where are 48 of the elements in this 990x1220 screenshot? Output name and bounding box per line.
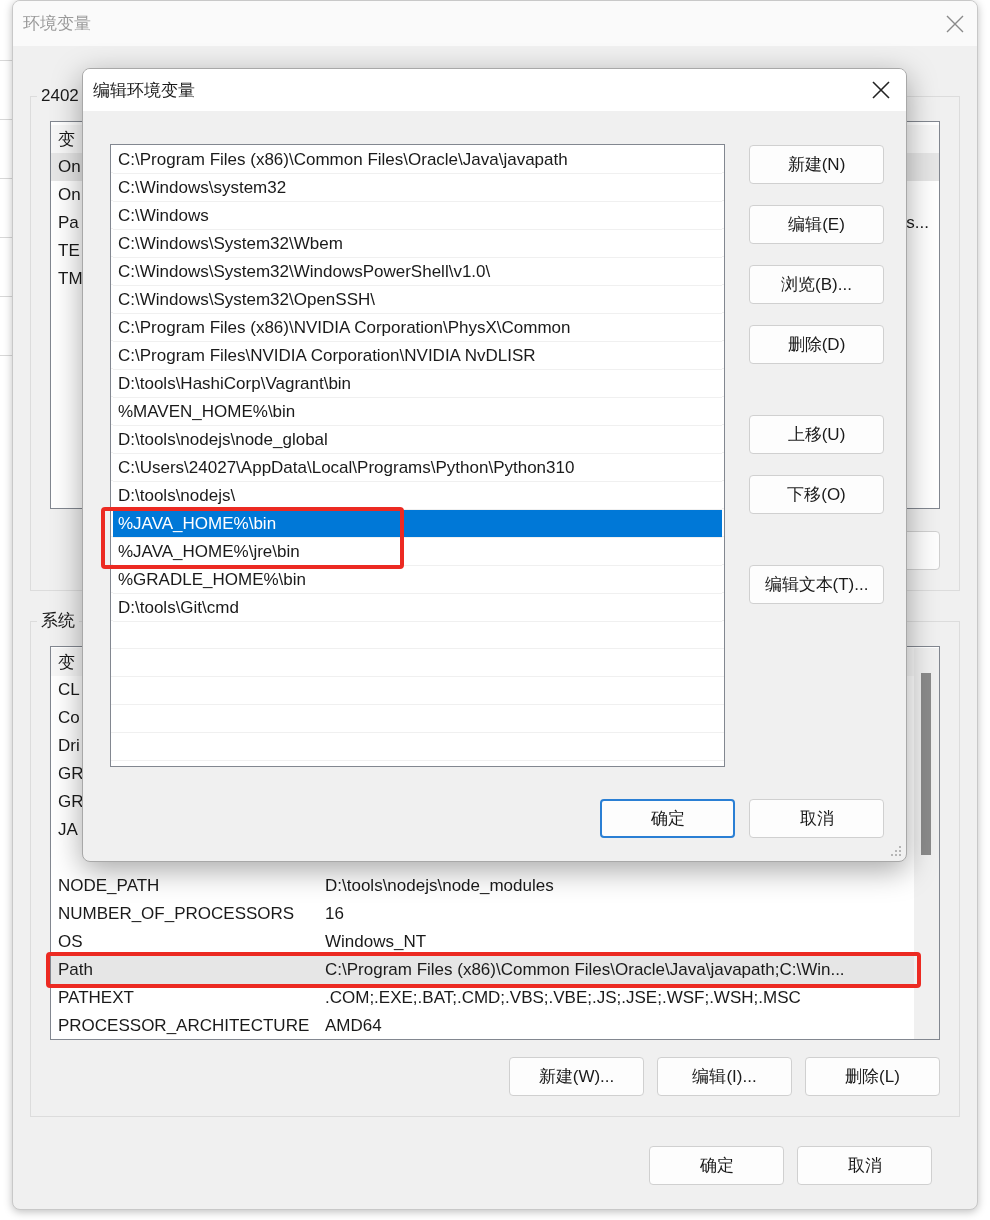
variable-name: OS [58,932,84,952]
variable-name: Co [58,708,81,728]
list-row[interactable]: PATHEXT .COM;.EXE;.BAT;.CMD;.VBS;.VBE;.JS;.JSE;.WSF;.WSH;.MSC [51,984,914,1012]
resize-grip-icon[interactable] [890,845,902,857]
dialog-button[interactable]: 确定 [600,799,735,838]
close-icon[interactable] [872,81,890,99]
variable-name: NODE_PATH [58,876,161,896]
variable-value: D:\tools\nodejs\node_modules [325,876,554,896]
group-label: 2402 [40,85,80,107]
variable-name: Dri [58,736,81,756]
variable-name: JA [58,820,79,840]
side-button[interactable]: 删除(D) [749,325,884,364]
side-button[interactable]: 编辑文本(T)... [749,565,884,604]
list-row[interactable]: PROCESSOR_ARCHITECTURE AMD64 [51,1012,914,1039]
variable-value: C:\Program Files (x86)\Common Files\Oracle\Java\javapath;C:\Win... [325,960,845,980]
window-title: 环境变量 [23,13,91,35]
scrollbar[interactable] [914,648,939,1039]
variable-name: GR [58,764,85,784]
side-button[interactable]: 浏览(B)... [749,265,884,304]
variable-name: PATHEXT [58,988,135,1008]
side-button[interactable]: 新建(N) [749,145,884,184]
list-row[interactable]: OS Windows_NT [51,928,914,956]
variable-value: .COM;.EXE;.BAT;.CMD;.VBS;.VBE;.JS;.JSE;.WSF;.WSH;.MSC [325,988,801,1008]
variable-value: AMD64 [325,1016,382,1036]
side-button[interactable]: 上移(U) [749,415,884,454]
scrollbar-thumb[interactable] [921,673,931,855]
dialog-title: 编辑环境变量 [93,79,195,102]
list-row[interactable]: Path C:\Program Files (x86)\Common Files\Oracle\Java\javapath;C:\Win... [51,956,914,984]
variable-name: CL [58,680,81,700]
side-button[interactable]: 编辑(E) [749,205,884,244]
variable-name: Path [58,960,94,980]
variable-name: PROCESSOR_ARCHITECTURE [58,1016,311,1036]
list-button[interactable]: 删除(L) [805,1057,940,1096]
list-button[interactable]: 编辑(I)... [657,1057,792,1096]
dialog-button[interactable]: 确定 [649,1146,784,1185]
variable-value: 16 [325,904,344,924]
list-row[interactable]: NUMBER_OF_PROCESSORS 16 [51,900,914,928]
side-button[interactable]: 下移(O) [749,475,884,514]
list-row[interactable]: NODE_PATH D:\tools\nodejs\node_modules [51,872,914,900]
dialog-button[interactable]: 取消 [749,799,884,838]
variable-name: NUMBER_OF_PROCESSORS [58,904,296,924]
variable-name: GR [58,792,85,812]
variable-name: On [58,157,81,177]
group-label: 系统 [40,610,76,632]
path-entry[interactable]: %JAVA_HOME%\bin [113,510,722,538]
list-button[interactable]: 新建(W)... [509,1057,644,1096]
dialog-button[interactable]: 取消 [797,1146,932,1185]
variable-value: Windows_NT [325,932,427,952]
